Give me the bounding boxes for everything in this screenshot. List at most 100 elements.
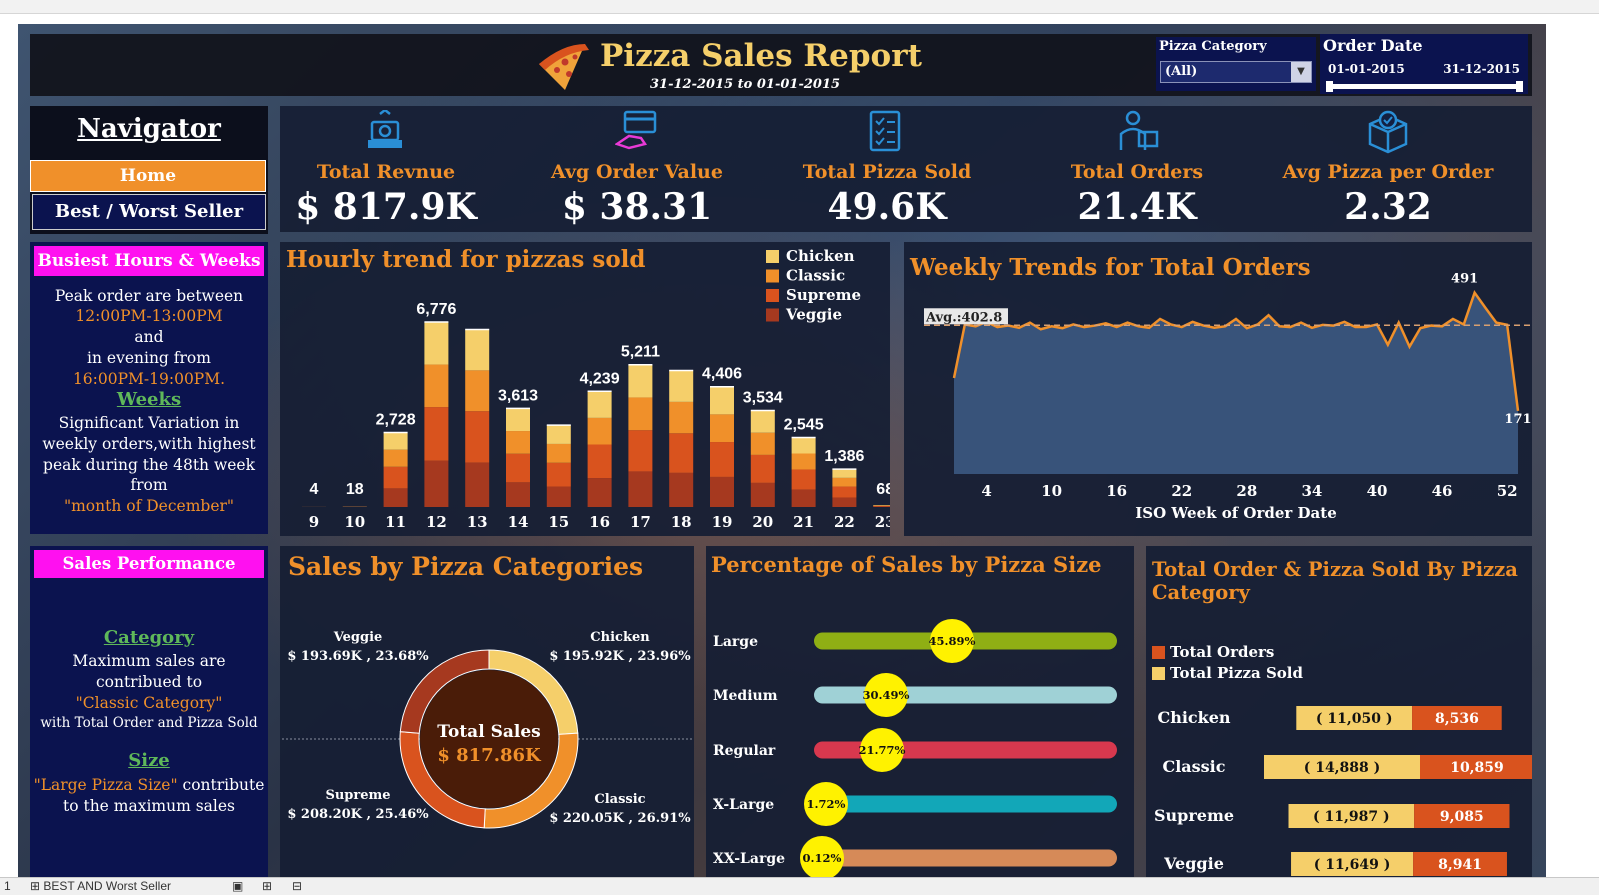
hourly-x-tick: 11: [385, 513, 406, 531]
hourly-bar-segment: [710, 386, 734, 415]
hourly-data-label: 4,406: [702, 366, 742, 383]
hourly-bar-segment: [506, 482, 530, 507]
dashboard: Pizza Sales Report 31-12-2015 to 01-01-2…: [18, 24, 1546, 877]
date-slider-handle-start[interactable]: [1326, 81, 1333, 92]
size-line1-rest: contribute: [177, 776, 265, 794]
size-bar: [814, 849, 1117, 867]
pizza-sold-label: ( 11,987 ): [1313, 809, 1390, 825]
size-value-label: 1.72%: [807, 797, 846, 811]
hourly-bar-segment: [506, 431, 530, 454]
hourly-bar-segment: [587, 391, 612, 418]
hourly-data-label: 3,613: [498, 387, 538, 404]
hourly-x-tick: 16: [589, 513, 610, 531]
legend-swatch: [766, 269, 779, 283]
legend-label: Classic: [786, 267, 845, 285]
weekly-x-tick: 28: [1236, 482, 1257, 500]
weekly-x-tick: 4: [981, 482, 991, 500]
size-value-label: 30.49%: [863, 688, 910, 702]
legend-label: Veggie: [785, 306, 842, 324]
kpi-value: 21.4K: [1077, 186, 1197, 228]
category-line3: "Classic Category": [75, 694, 223, 712]
legend-label: Supreme: [786, 286, 861, 304]
legend-swatch: [766, 250, 779, 263]
hourly-bar-segment: [424, 364, 449, 408]
pie-slice-name: Classic: [594, 792, 645, 807]
categories-chart: Total Sales $ 817.86K Chicken $ 195.92K , 2…: [282, 630, 692, 829]
hourly-bar-segment: [424, 460, 449, 507]
report-title: Pizza Sales Report: [600, 38, 922, 74]
hourly-bar-segment: [669, 472, 694, 507]
size-heading: Size: [128, 750, 170, 771]
size-category-label: XX-Large: [713, 851, 785, 867]
category-select[interactable]: (All) ▼: [1160, 61, 1312, 83]
window-top-strip: [0, 0, 1599, 14]
order-date-filter: Order Date 01-01-2015 31-12-2015: [1320, 34, 1528, 94]
weekly-x-tick: 10: [1041, 482, 1062, 500]
hourly-bar-segment: [383, 466, 408, 489]
hourly-data-label: 4,239: [580, 370, 620, 387]
hourly-data-label: 4: [310, 481, 319, 498]
hourly-bar-segment: [791, 453, 816, 470]
size-category-label: Large: [713, 634, 758, 650]
sheet-tab-bar: 1 ⊞ BEST AND Worst Seller ▣ ⊞ ⊟: [0, 877, 1599, 895]
weeks-line2: weekly orders,with highest: [42, 435, 256, 453]
pizza-sold-label: ( 11,649 ): [1314, 857, 1391, 873]
category-select-value: (All): [1165, 64, 1198, 79]
pizza-slice-icon: [539, 44, 589, 90]
orders-label: 8,536: [1435, 711, 1479, 727]
report-date-range: 31-12-2015 to 01-01-2015: [650, 77, 841, 92]
chevron-down-icon[interactable]: ▼: [1291, 62, 1311, 82]
category-filter-label: Pizza Category: [1159, 39, 1267, 54]
new-story-icon[interactable]: ⊟: [292, 879, 302, 893]
pizza-sold-label: ( 14,888 ): [1304, 760, 1381, 776]
hourly-bar-segment: [791, 437, 816, 454]
pie-center-value: $ 817.86K: [437, 745, 542, 766]
size-chart: Large 45.89% Medium 30.49% Regular 21.77% X-La…: [713, 619, 1117, 877]
hourly-bar-segment: [628, 397, 653, 431]
category-line1: Maximum sales are: [72, 652, 226, 670]
header-bar: Pizza Sales Report 31-12-2015 to 01-01-2…: [30, 34, 1532, 96]
pie-slice-value-label: $ 220.05K , 26.91%: [549, 811, 691, 826]
hourly-x-tick: 17: [630, 513, 651, 531]
legend-swatch: [766, 308, 779, 322]
hourly-x-tick: 18: [671, 513, 692, 531]
best-worst-button[interactable]: Best / Worst Seller: [32, 194, 266, 230]
new-worksheet-icon[interactable]: ⊞: [262, 879, 272, 893]
hourly-bar-segment: [710, 442, 734, 477]
hourly-bar-segment: [424, 407, 449, 461]
date-slider-track[interactable]: [1328, 84, 1520, 89]
weeks-line4: from: [130, 476, 168, 494]
size-line2: to the maximum sales: [62, 797, 236, 815]
category-heading: Category: [103, 627, 195, 648]
size-category-label: X-Large: [713, 797, 774, 813]
size-line1: "Large Pizza Size" contribute: [33, 775, 265, 796]
orders-category-label: Supreme: [1154, 806, 1234, 825]
busiest-title: Busiest Hours & Weeks: [34, 246, 264, 276]
hourly-bar-segment: [832, 486, 857, 498]
navigator-panel: Navigator Home Best / Worst Seller: [30, 106, 268, 234]
weekly-x-tick: 16: [1106, 482, 1127, 500]
hourly-x-tick: 21: [793, 513, 814, 531]
date-slider-handle-end[interactable]: [1516, 81, 1523, 92]
hourly-bar-segment: [791, 489, 816, 507]
weekly-min-label: 171: [1504, 412, 1531, 427]
orders-label: 10,859: [1450, 760, 1504, 776]
pie-slice-value-label: $ 195.92K , 23.96%: [549, 649, 691, 664]
kpi-label: Total Revnue: [316, 161, 456, 183]
orders-legend-swatch: [1152, 646, 1165, 659]
weekly-x-tick: 22: [1171, 482, 1192, 500]
hourly-data-label: 3,534: [743, 390, 783, 407]
orders-category-label: Classic: [1162, 757, 1225, 776]
weekly-panel: Weekly Trends for Total Orders Avg.:402.…: [904, 242, 1532, 536]
checklist-icon: [865, 110, 909, 158]
hourly-x-tick: 15: [548, 513, 569, 531]
hourly-bar-segment: [750, 454, 775, 483]
hourly-data-label: 18: [346, 481, 364, 498]
sheet-tab-best-worst[interactable]: ⊞ BEST AND Worst Seller: [30, 879, 171, 893]
home-button[interactable]: Home: [30, 160, 266, 192]
pie-slice-name: Veggie: [333, 630, 383, 645]
new-dashboard-icon[interactable]: ▣: [232, 879, 243, 893]
weekly-x-tick: 52: [1497, 482, 1518, 500]
grid-icon: ⊞: [30, 879, 44, 893]
pie-slice-name: Supreme: [325, 788, 390, 803]
